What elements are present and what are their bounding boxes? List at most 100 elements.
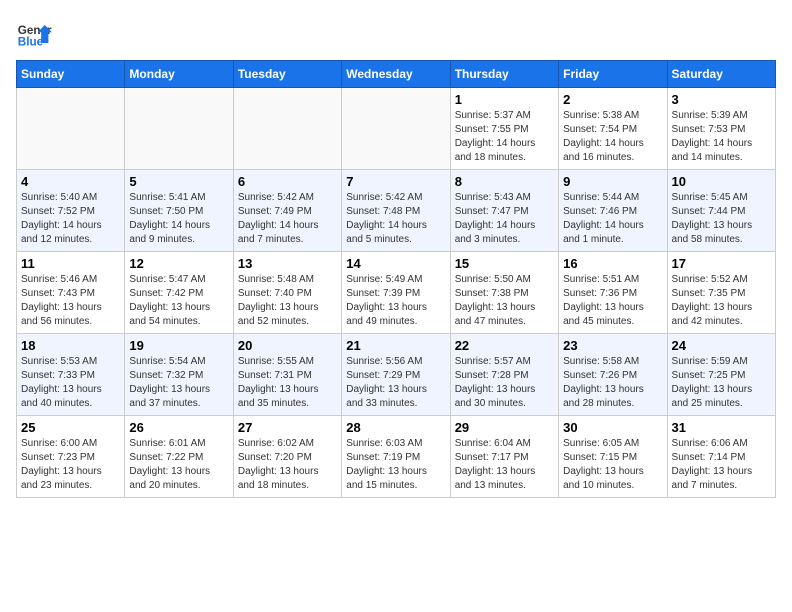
day-info: Sunrise: 5:47 AMSunset: 7:42 PMDaylight:… xyxy=(129,273,228,329)
calendar-cell: 28 Sunrise: 6:03 AMSunset: 7:19 PMDayligh… xyxy=(342,416,450,498)
day-number: 15 xyxy=(455,256,554,271)
calendar-cell: 14 Sunrise: 5:49 AMSunset: 7:39 PMDayligh… xyxy=(342,252,450,334)
day-info: Sunrise: 5:45 AMSunset: 7:44 PMDaylight:… xyxy=(672,191,771,247)
calendar-cell: 17Sunrise: 5:52 AMSunset: 7:35 PMDayligh… xyxy=(667,252,775,334)
day-number: 20 xyxy=(238,338,337,353)
day-info: Sunrise: 5:50 AMSunset: 7:38 PMDaylight:… xyxy=(455,273,554,329)
day-number: 11 xyxy=(21,256,120,271)
day-header-sunday: Sunday xyxy=(17,61,125,88)
day-header-thursday: Thursday xyxy=(450,61,558,88)
day-info: Sunrise: 6:02 AMSunset: 7:20 PMDaylight:… xyxy=(238,437,337,493)
calendar-cell: 18 Sunrise: 5:53 AMSunset: 7:33 PMDayligh… xyxy=(17,334,125,416)
day-info: Sunrise: 5:57 AMSunset: 7:28 PMDaylight:… xyxy=(455,355,554,411)
day-number: 4 xyxy=(21,174,120,189)
day-info: Sunrise: 5:59 AMSunset: 7:25 PMDaylight:… xyxy=(672,355,771,411)
calendar-week-1: 1 Sunrise: 5:37 AMSunset: 7:55 PMDaylight… xyxy=(17,88,776,170)
calendar-cell: 29 Sunrise: 6:04 AMSunset: 7:17 PMDayligh… xyxy=(450,416,558,498)
page-header: General Blue xyxy=(16,16,776,52)
day-number: 8 xyxy=(455,174,554,189)
day-info: Sunrise: 6:06 AMSunset: 7:14 PMDaylight:… xyxy=(672,437,771,493)
calendar-cell: 19Sunrise: 5:54 AMSunset: 7:32 PMDayligh… xyxy=(125,334,233,416)
day-number: 2 xyxy=(563,92,662,107)
day-number: 27 xyxy=(238,420,337,435)
calendar-week-4: 18 Sunrise: 5:53 AMSunset: 7:33 PMDayligh… xyxy=(17,334,776,416)
calendar-cell: 15 Sunrise: 5:50 AMSunset: 7:38 PMDayligh… xyxy=(450,252,558,334)
calendar-cell: 9 Sunrise: 5:44 AMSunset: 7:46 PMDaylight… xyxy=(559,170,667,252)
calendar-cell: 3Sunrise: 5:39 AMSunset: 7:53 PMDaylight… xyxy=(667,88,775,170)
calendar-cell xyxy=(342,88,450,170)
day-info: Sunrise: 5:53 AMSunset: 7:33 PMDaylight:… xyxy=(21,355,120,411)
day-number: 3 xyxy=(672,92,771,107)
calendar-cell: 20Sunrise: 5:55 AMSunset: 7:31 PMDayligh… xyxy=(233,334,341,416)
calendar-cell: 16 Sunrise: 5:51 AMSunset: 7:36 PMDayligh… xyxy=(559,252,667,334)
calendar-cell: 31 Sunrise: 6:06 AMSunset: 7:14 PMDayligh… xyxy=(667,416,775,498)
day-number: 23 xyxy=(563,338,662,353)
calendar-cell: 30 Sunrise: 6:05 AMSunset: 7:15 PMDayligh… xyxy=(559,416,667,498)
day-info: Sunrise: 6:01 AMSunset: 7:22 PMDaylight:… xyxy=(129,437,228,493)
day-number: 12 xyxy=(129,256,228,271)
calendar-cell: 23 Sunrise: 5:58 AMSunset: 7:26 PMDayligh… xyxy=(559,334,667,416)
day-number: 19 xyxy=(129,338,228,353)
calendar-header-row: SundayMondayTuesdayWednesdayThursdayFrid… xyxy=(17,61,776,88)
day-info: Sunrise: 5:43 AMSunset: 7:47 PMDaylight:… xyxy=(455,191,554,247)
day-info: Sunrise: 5:41 AMSunset: 7:50 PMDaylight:… xyxy=(129,191,228,247)
day-info: Sunrise: 5:56 AMSunset: 7:29 PMDaylight:… xyxy=(346,355,445,411)
day-number: 28 xyxy=(346,420,445,435)
day-info: Sunrise: 6:05 AMSunset: 7:15 PMDaylight:… xyxy=(563,437,662,493)
calendar-cell: 7Sunrise: 5:42 AMSunset: 7:48 PMDaylight… xyxy=(342,170,450,252)
calendar-cell: 4 Sunrise: 5:40 AMSunset: 7:52 PMDaylight… xyxy=(17,170,125,252)
day-number: 25 xyxy=(21,420,120,435)
day-header-saturday: Saturday xyxy=(667,61,775,88)
calendar-cell: 26 Sunrise: 6:01 AMSunset: 7:22 PMDayligh… xyxy=(125,416,233,498)
day-info: Sunrise: 5:58 AMSunset: 7:26 PMDaylight:… xyxy=(563,355,662,411)
day-info: Sunrise: 5:37 AMSunset: 7:55 PMDaylight:… xyxy=(455,109,554,165)
day-info: Sunrise: 5:42 AMSunset: 7:49 PMDaylight:… xyxy=(238,191,337,247)
calendar-cell xyxy=(125,88,233,170)
calendar-body: 1 Sunrise: 5:37 AMSunset: 7:55 PMDaylight… xyxy=(17,88,776,498)
calendar-cell: 5 Sunrise: 5:41 AMSunset: 7:50 PMDaylight… xyxy=(125,170,233,252)
day-info: Sunrise: 5:44 AMSunset: 7:46 PMDaylight:… xyxy=(563,191,662,247)
day-number: 26 xyxy=(129,420,228,435)
calendar-table: SundayMondayTuesdayWednesdayThursdayFrid… xyxy=(16,60,776,498)
calendar-cell: 27 Sunrise: 6:02 AMSunset: 7:20 PMDayligh… xyxy=(233,416,341,498)
day-number: 1 xyxy=(455,92,554,107)
day-info: Sunrise: 5:49 AMSunset: 7:39 PMDaylight:… xyxy=(346,273,445,329)
calendar-week-3: 11 Sunrise: 5:46 AMSunset: 7:43 PMDayligh… xyxy=(17,252,776,334)
day-info: Sunrise: 5:52 AMSunset: 7:35 PMDaylight:… xyxy=(672,273,771,329)
calendar-cell: 13Sunrise: 5:48 AMSunset: 7:40 PMDayligh… xyxy=(233,252,341,334)
day-number: 6 xyxy=(238,174,337,189)
day-number: 16 xyxy=(563,256,662,271)
day-number: 30 xyxy=(563,420,662,435)
day-number: 31 xyxy=(672,420,771,435)
day-number: 29 xyxy=(455,420,554,435)
calendar-cell xyxy=(17,88,125,170)
day-number: 14 xyxy=(346,256,445,271)
day-info: Sunrise: 5:42 AMSunset: 7:48 PMDaylight:… xyxy=(346,191,445,247)
calendar-week-5: 25 Sunrise: 6:00 AMSunset: 7:23 PMDayligh… xyxy=(17,416,776,498)
day-info: Sunrise: 5:40 AMSunset: 7:52 PMDaylight:… xyxy=(21,191,120,247)
calendar-cell: 21Sunrise: 5:56 AMSunset: 7:29 PMDayligh… xyxy=(342,334,450,416)
day-info: Sunrise: 5:46 AMSunset: 7:43 PMDaylight:… xyxy=(21,273,120,329)
logo-icon: General Blue xyxy=(16,16,52,52)
calendar-cell: 2Sunrise: 5:38 AMSunset: 7:54 PMDaylight… xyxy=(559,88,667,170)
calendar-cell: 12 Sunrise: 5:47 AMSunset: 7:42 PMDayligh… xyxy=(125,252,233,334)
day-number: 5 xyxy=(129,174,228,189)
calendar-cell xyxy=(233,88,341,170)
calendar-cell: 1 Sunrise: 5:37 AMSunset: 7:55 PMDaylight… xyxy=(450,88,558,170)
svg-text:Blue: Blue xyxy=(18,36,44,49)
day-info: Sunrise: 6:04 AMSunset: 7:17 PMDaylight:… xyxy=(455,437,554,493)
day-header-tuesday: Tuesday xyxy=(233,61,341,88)
day-info: Sunrise: 6:00 AMSunset: 7:23 PMDaylight:… xyxy=(21,437,120,493)
day-header-monday: Monday xyxy=(125,61,233,88)
calendar-cell: 6 Sunrise: 5:42 AMSunset: 7:49 PMDaylight… xyxy=(233,170,341,252)
logo: General Blue xyxy=(16,16,52,52)
day-number: 9 xyxy=(563,174,662,189)
day-info: Sunrise: 5:51 AMSunset: 7:36 PMDaylight:… xyxy=(563,273,662,329)
day-number: 18 xyxy=(21,338,120,353)
calendar-cell: 11 Sunrise: 5:46 AMSunset: 7:43 PMDayligh… xyxy=(17,252,125,334)
day-number: 10 xyxy=(672,174,771,189)
calendar-cell: 25 Sunrise: 6:00 AMSunset: 7:23 PMDayligh… xyxy=(17,416,125,498)
calendar-week-2: 4 Sunrise: 5:40 AMSunset: 7:52 PMDaylight… xyxy=(17,170,776,252)
day-number: 22 xyxy=(455,338,554,353)
day-info: Sunrise: 6:03 AMSunset: 7:19 PMDaylight:… xyxy=(346,437,445,493)
